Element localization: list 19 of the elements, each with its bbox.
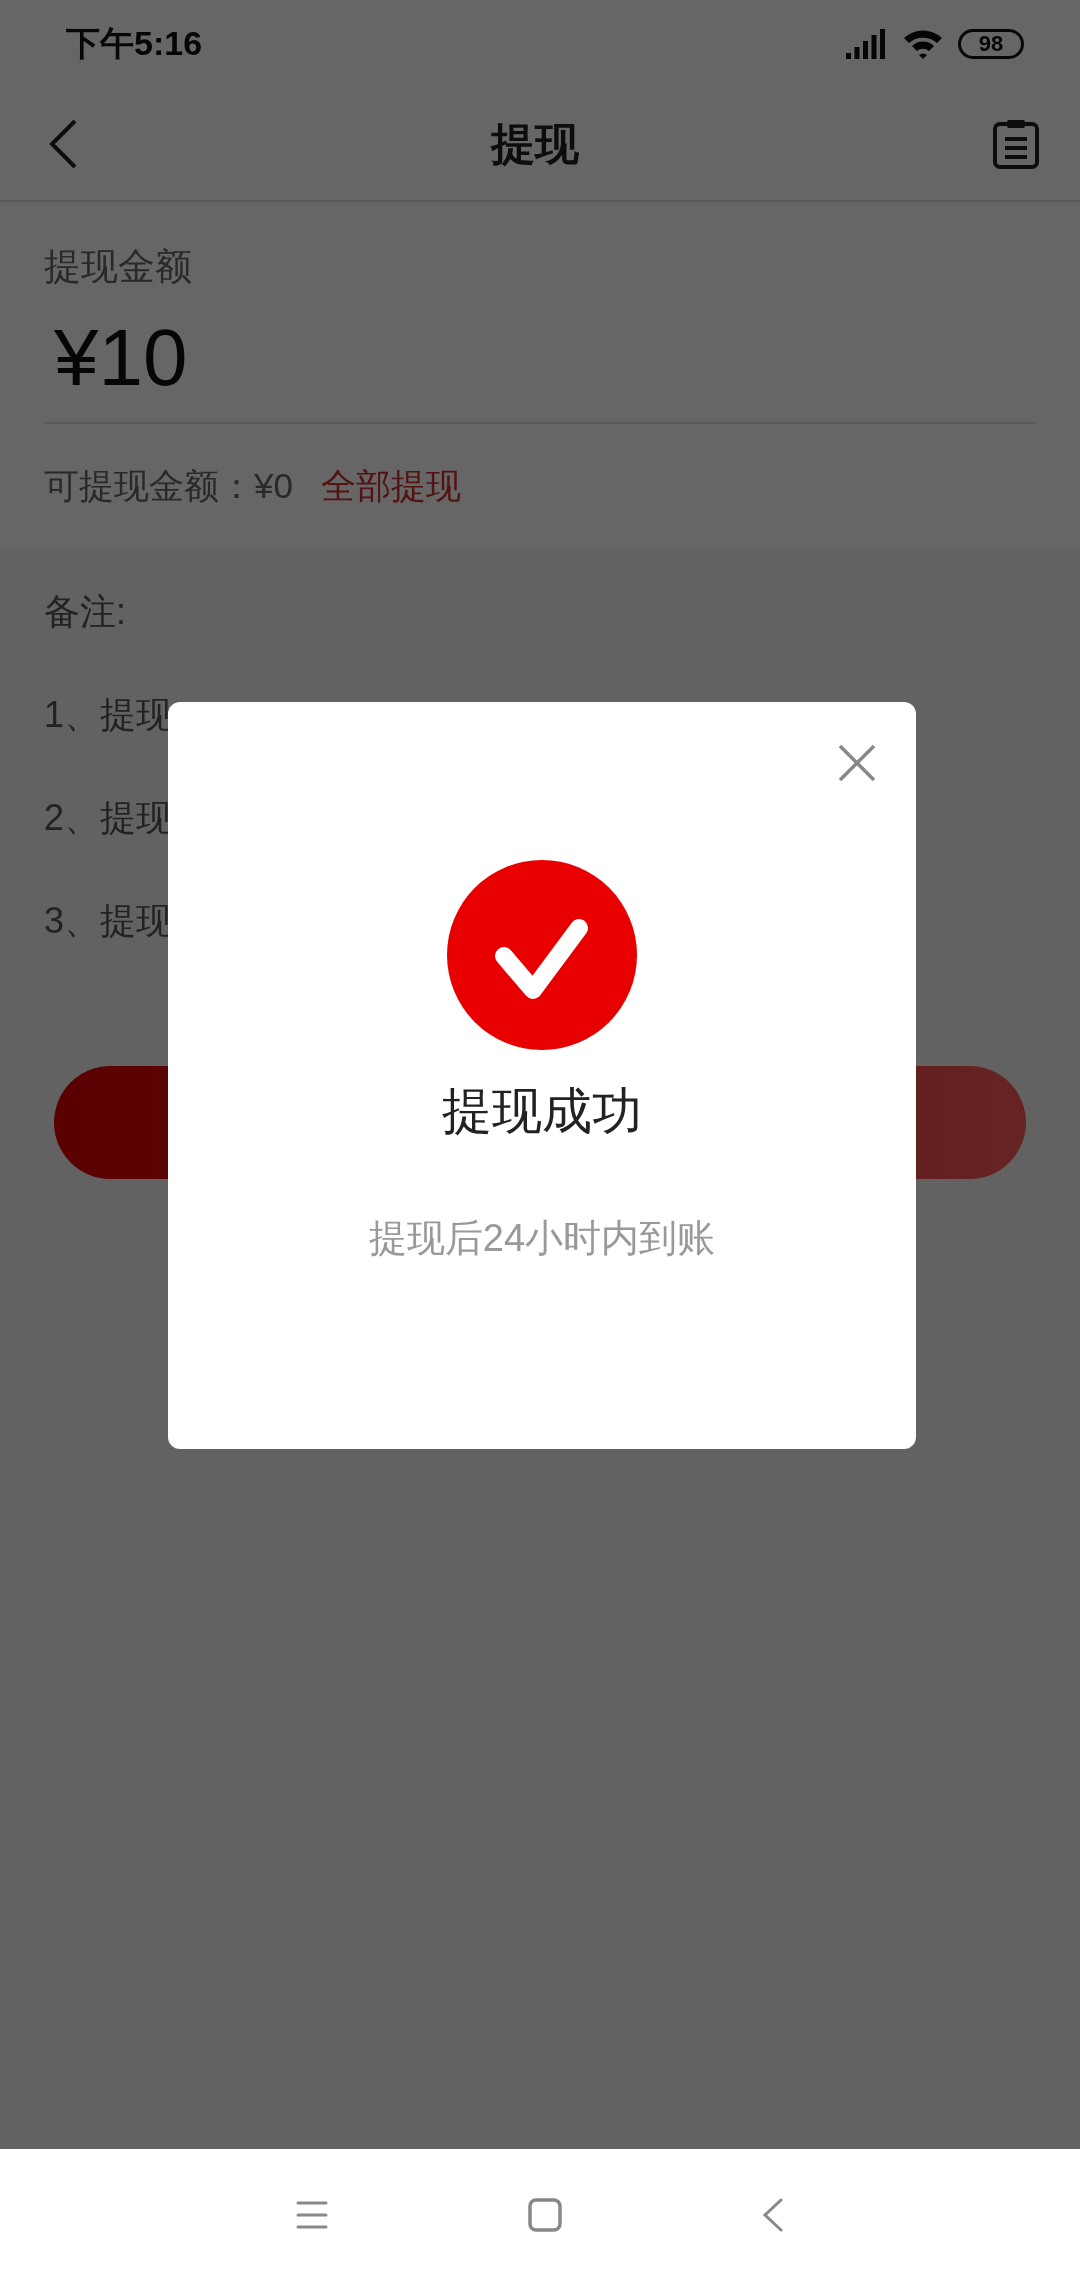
battery-indicator: 98	[958, 29, 1024, 59]
menu-icon[interactable]	[296, 2199, 328, 2230]
signal-icon	[846, 29, 888, 59]
back-icon[interactable]	[762, 2197, 784, 2232]
dialog-title: 提现成功	[442, 1082, 642, 1141]
withdraw-all-link[interactable]: 全部提现	[320, 462, 461, 510]
check-circle-icon	[447, 860, 637, 1050]
amount-label: 提现金额	[44, 245, 193, 289]
available-amount: 可提现金额：¥0	[44, 464, 293, 507]
wifi-icon	[902, 28, 944, 60]
amount-value[interactable]: ¥10	[44, 292, 1036, 424]
home-icon[interactable]	[528, 2197, 562, 2232]
clipboard-icon[interactable]	[992, 119, 1040, 169]
page-title: 提现	[491, 117, 579, 170]
close-icon[interactable]	[838, 744, 876, 782]
dialog-message: 提现后24小时内到账	[368, 1216, 716, 1261]
back-icon[interactable]	[48, 119, 78, 169]
status-time: 下午5:16	[66, 23, 203, 64]
notes-title: 备注:	[44, 590, 127, 634]
